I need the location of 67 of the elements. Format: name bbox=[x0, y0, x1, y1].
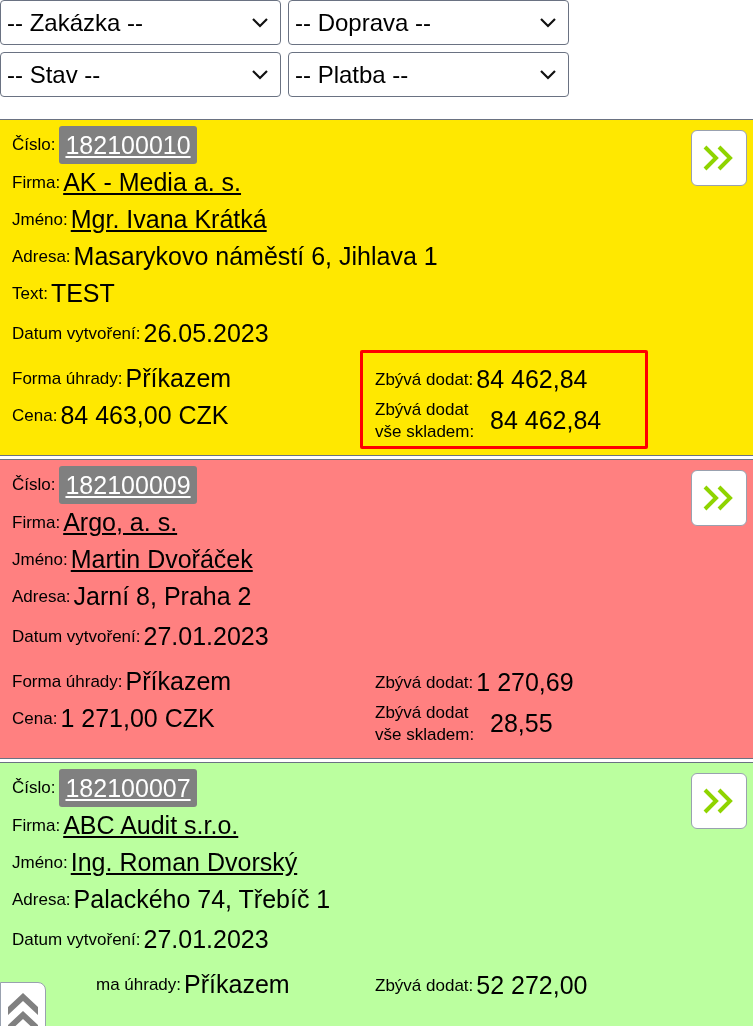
dropdown[interactable]: -- Platba -- bbox=[288, 52, 569, 97]
field-label: Text: bbox=[12, 282, 48, 305]
field-value: Masarykovo náměstí 6, Jihlava 1 bbox=[73, 240, 438, 272]
order-number-link[interactable]: 182100009 bbox=[59, 466, 197, 504]
double-chevron-right-icon bbox=[703, 485, 735, 511]
chevron-down-icon bbox=[252, 17, 268, 28]
field-label: Zbývá dodat: bbox=[375, 368, 474, 391]
field-label: Číslo: bbox=[12, 474, 56, 497]
field-label: Firma: bbox=[12, 171, 61, 194]
field-value: 27.01.2023 bbox=[143, 621, 269, 653]
field-link[interactable]: Ing. Roman Dvorský bbox=[70, 843, 298, 882]
field-value: Jarní 8, Praha 2 bbox=[73, 580, 252, 612]
field-link[interactable]: Mgr. Ivana Krátká bbox=[70, 200, 267, 239]
field-label: Jméno: bbox=[12, 548, 68, 571]
field-value: 1 271,00 CZK bbox=[60, 702, 215, 734]
dropdown[interactable]: -- Stav -- bbox=[0, 52, 281, 97]
double-chevron-right-icon bbox=[703, 788, 735, 814]
field-label: Datum vytvoření: bbox=[12, 626, 141, 649]
chevron-down-icon bbox=[540, 69, 556, 80]
field-value: 27.01.2023 bbox=[143, 924, 269, 956]
dropdown[interactable]: -- Zakázka -- bbox=[0, 0, 281, 45]
order-number-link[interactable]: 182100007 bbox=[59, 769, 197, 807]
open-detail-button[interactable] bbox=[691, 130, 747, 186]
field-label: Forma úhrady: bbox=[12, 367, 123, 390]
field-label: Firma: bbox=[12, 511, 61, 534]
field-label: Zbývá dodat: bbox=[375, 671, 474, 694]
field-value: 1 270,69 bbox=[476, 666, 574, 698]
field-label: Číslo: bbox=[12, 134, 56, 157]
field-value: Příkazem bbox=[125, 362, 232, 394]
field-label: Adresa: bbox=[12, 585, 71, 608]
field-label: Adresa: bbox=[12, 888, 71, 911]
field-label: Datum vytvoření: bbox=[12, 323, 141, 346]
field-link[interactable]: Martin Dvořáček bbox=[70, 540, 253, 579]
field-label: ma úhrady: bbox=[96, 973, 182, 996]
chevron-down-icon bbox=[252, 69, 268, 80]
field-value: Příkazem bbox=[184, 968, 290, 1000]
field-label: Zbývá dodat vše skladem: bbox=[375, 702, 476, 746]
open-detail-button[interactable] bbox=[691, 773, 747, 829]
field-label: Datum vytvoření: bbox=[12, 929, 141, 952]
order-number-link[interactable]: 182100010 bbox=[59, 126, 197, 164]
scroll-top-button[interactable] bbox=[0, 982, 46, 1026]
field-value: Příkazem bbox=[125, 665, 232, 697]
field-value: 84 462,84 bbox=[490, 405, 602, 437]
dropdown[interactable]: -- Doprava -- bbox=[288, 0, 569, 45]
field-value: TEST bbox=[50, 277, 115, 309]
field-label: Cena: bbox=[12, 707, 58, 730]
field-link[interactable]: AK - Media a. s. bbox=[63, 163, 242, 202]
field-label: Adresa: bbox=[12, 245, 71, 268]
chevron-down-icon bbox=[540, 17, 556, 28]
field-value: Palackého 74, Třebíč 1 bbox=[73, 883, 331, 915]
field-label: Firma: bbox=[12, 814, 61, 837]
field-label: Zbývá dodat: bbox=[375, 974, 474, 997]
field-link[interactable]: ABC Audit s.r.o. bbox=[63, 806, 239, 845]
field-value: 84 462,84 bbox=[476, 363, 588, 395]
field-label: Jméno: bbox=[12, 208, 68, 231]
field-link[interactable]: Argo, a. s. bbox=[63, 503, 178, 542]
field-label: Jméno: bbox=[12, 851, 68, 874]
open-detail-button[interactable] bbox=[691, 470, 747, 526]
field-value: 26.05.2023 bbox=[143, 318, 269, 350]
field-value: 52 272,00 bbox=[476, 969, 588, 1001]
field-value: 84 463,00 CZK bbox=[60, 399, 229, 431]
field-label: Forma úhrady: bbox=[12, 670, 123, 693]
field-value: 28,55 bbox=[490, 708, 553, 740]
field-label: Zbývá dodat vše skladem: bbox=[375, 399, 476, 443]
field-label: Číslo: bbox=[12, 777, 56, 800]
double-chevron-right-icon bbox=[703, 145, 735, 171]
field-label: Cena: bbox=[12, 404, 58, 427]
